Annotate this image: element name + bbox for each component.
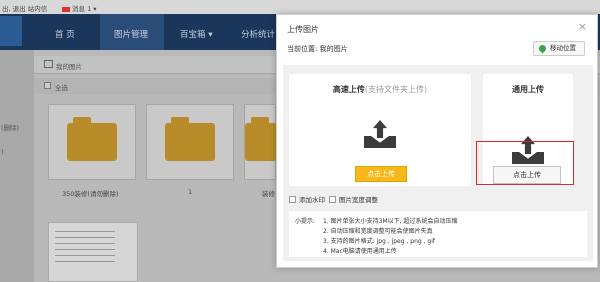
folder-icon — [67, 117, 117, 161]
folder-card[interactable] — [48, 104, 136, 180]
nav-home[interactable]: 首 页 — [55, 28, 75, 40]
select-all-label: 全选 — [55, 84, 68, 92]
messages-link[interactable]: 消息 1 ▾ — [62, 3, 97, 13]
folder-label: 350装修(请勿删除) — [62, 190, 119, 198]
nav-toolbox[interactable]: 百宝箱 ▾ — [180, 28, 212, 40]
sidebar-fragment[interactable]: ) — [1, 148, 4, 156]
tip-line: 1. 图片单张大小支持3M以下, 超过系统会自动压缩 — [323, 218, 458, 225]
topbar-links[interactable]: 出, 退出 站内信 — [2, 3, 47, 13]
mail-icon — [62, 6, 70, 12]
location-pin-icon — [537, 43, 548, 54]
tip-line: 2. 自动压缩和宽度调整可能会使图片失真 — [323, 228, 433, 235]
fast-upload-title: 高速上传(支持文件夹上传) — [332, 85, 428, 94]
folder-icon — [165, 117, 215, 161]
upload-tray-icon — [364, 120, 396, 148]
watermark-option[interactable]: 添加水印 — [289, 194, 325, 204]
folder-card[interactable] — [244, 104, 277, 180]
image-icon — [44, 60, 53, 68]
folder-card[interactable] — [146, 104, 234, 180]
current-location: 当前位置: 我的图片 — [287, 44, 348, 54]
image-thumbnail[interactable] — [48, 222, 138, 282]
fast-upload-panel: 高速上传(支持文件夹上传) 点击上传 — [289, 74, 471, 186]
top-bar: 出, 退出 站内信 消息 1 ▾ — [0, 0, 600, 14]
move-location-button[interactable]: 移动位置 — [533, 41, 585, 56]
library-breadcrumb[interactable]: 我的图片 — [56, 61, 82, 71]
left-sidebar: (删除) ) — [0, 50, 34, 282]
close-icon[interactable]: × — [578, 21, 587, 32]
folder-icon — [245, 117, 277, 161]
nav-analytics[interactable]: 分析统计 — [241, 28, 275, 40]
fast-upload-note: (支持文件夹上传) — [364, 85, 428, 94]
highlight-box — [476, 141, 574, 185]
tips-heading: 小提示: — [295, 218, 316, 225]
tip-line: 4. Mac电脑请使用通用上传 — [323, 248, 397, 255]
logo — [0, 16, 22, 46]
width-adjust-checkbox[interactable] — [329, 196, 336, 203]
folder-label: 1 — [188, 188, 193, 196]
select-all-checkbox[interactable] — [44, 82, 51, 89]
dialog-title: 上传图片 — [287, 25, 319, 34]
watermark-checkbox[interactable] — [289, 196, 296, 203]
message-count: 1 — [87, 5, 92, 13]
sidebar-fragment[interactable]: (删除) — [1, 122, 19, 132]
width-adjust-option[interactable]: 图片宽度调整 — [329, 194, 378, 204]
upload-tips: 小提示: 1. 图片单张大小支持3M以下, 超过系统会自动压缩 2. 自动压缩和… — [289, 211, 587, 257]
normal-upload-title: 通用上传 — [512, 85, 544, 94]
fast-upload-button[interactable]: 点击上传 — [355, 166, 407, 182]
tip-line: 3. 支持的图片格式: jpg , jpeg , png , gif — [323, 238, 435, 245]
location-label: 当前位置: — [287, 45, 318, 53]
nav-image-manage[interactable]: 图片管理 — [114, 28, 148, 40]
folder-label: 装修 — [262, 190, 275, 198]
location-value: 我的图片 — [319, 45, 348, 53]
